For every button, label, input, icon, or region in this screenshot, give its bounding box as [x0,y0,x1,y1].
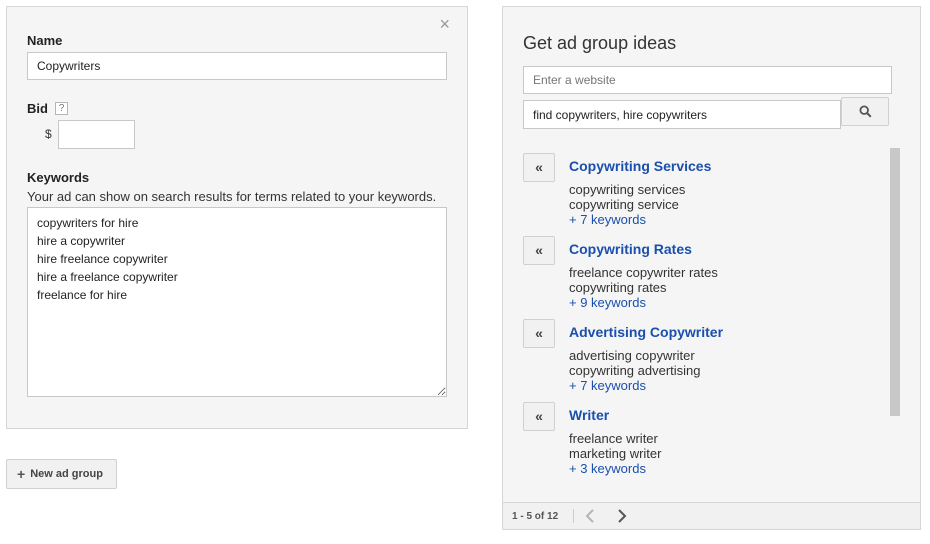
ideas-title: Get ad group ideas [523,33,677,53]
idea-title[interactable]: Writer [569,407,609,423]
ideas-scrollbar[interactable] [890,148,900,416]
name-label: Name [27,33,63,48]
idea-more-link[interactable]: + 9 keywords [569,295,646,310]
plus-icon: + [17,466,26,482]
idea-more-link[interactable]: + 7 keywords [569,378,646,393]
idea-keyword: copywriting advertising [569,363,701,378]
idea-keyword: copywriting service [569,197,679,212]
pagination-range: 1 - 5 of 12 [512,511,559,522]
idea-keyword: freelance copywriter rates [569,265,718,280]
add-arrow-icon[interactable]: « [523,153,555,182]
keyword-search-input[interactable] [523,100,841,129]
idea-keyword: copywriting rates [569,280,667,295]
keywords-textarea[interactable] [27,207,447,397]
idea-keyword: copywriting services [569,182,686,197]
idea-keyword: freelance writer [569,431,658,446]
new-ad-group-label: New ad group [30,468,103,480]
bid-label: Bid [27,101,48,116]
close-icon[interactable]: × [439,15,450,33]
idea-title[interactable]: Copywriting Rates [569,241,692,257]
bid-input[interactable] [58,120,135,149]
idea-more-link[interactable]: + 3 keywords [569,461,646,476]
add-arrow-icon[interactable]: « [523,319,555,348]
idea-keyword: marketing writer [569,446,662,461]
keywords-description: Your ad can show on search results for t… [27,189,437,204]
idea-more-link[interactable]: + 7 keywords [569,212,646,227]
idea-keyword: advertising copywriter [569,348,695,363]
currency-symbol: $ [45,127,52,141]
ad-group-ideas-panel: Get ad group ideas « Copywriting Service… [502,6,921,530]
chevron-right-icon[interactable] [615,508,629,524]
help-icon[interactable]: ? [55,102,68,115]
ad-group-panel: × Name Bid ? $ Keywords Your ad can show… [6,6,468,429]
search-button[interactable] [841,97,889,126]
chevron-left-icon[interactable] [583,508,597,524]
website-input[interactable] [523,66,892,94]
pagination-divider [573,509,574,523]
idea-title[interactable]: Advertising Copywriter [569,324,723,340]
keywords-label: Keywords [27,170,90,185]
idea-title[interactable]: Copywriting Services [569,158,711,174]
add-arrow-icon[interactable]: « [523,236,555,265]
add-arrow-icon[interactable]: « [523,402,555,431]
new-ad-group-button[interactable]: + New ad group [6,459,117,489]
search-icon [858,105,872,118]
name-input[interactable] [27,52,447,80]
pagination-bar: 1 - 5 of 12 [503,502,920,529]
